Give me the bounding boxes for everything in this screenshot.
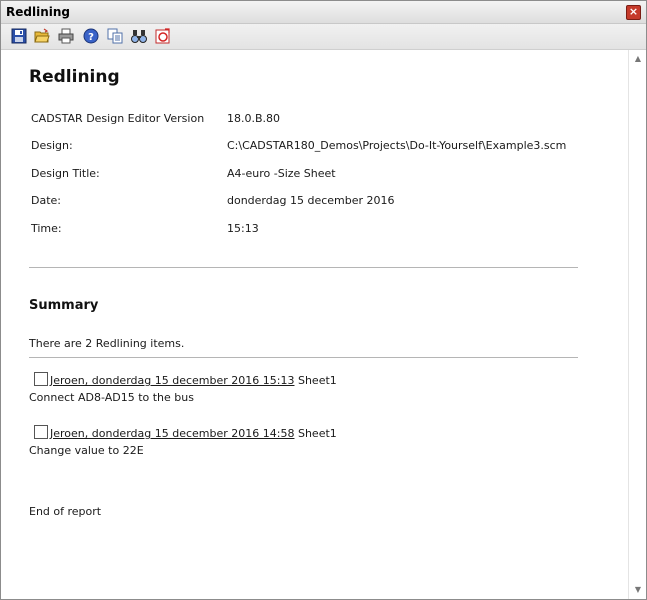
time-value: 15:13 bbox=[227, 222, 259, 235]
divider bbox=[29, 267, 578, 268]
vertical-scrollbar[interactable]: ▲ ▼ bbox=[628, 50, 646, 599]
find-icon[interactable] bbox=[131, 28, 147, 44]
design-title-value: A4-euro -Size Sheet bbox=[227, 167, 336, 180]
version-value: 18.0.B.80 bbox=[227, 112, 281, 125]
redlining-window: Redlining × ? Redlining CADSTAR Design E… bbox=[0, 0, 647, 600]
open-folder-icon[interactable] bbox=[34, 28, 50, 44]
design-title-label: Design Title: bbox=[31, 167, 100, 180]
redline-item-description: Change value to 22E bbox=[29, 444, 144, 457]
version-label: CADSTAR Design Editor Version bbox=[31, 112, 205, 125]
redline-item-link[interactable]: Jeroen, donderdag 15 december 2016 15:13 bbox=[50, 374, 294, 387]
redline-item-checkbox[interactable] bbox=[34, 372, 48, 386]
save-icon[interactable] bbox=[11, 28, 27, 44]
scroll-up-arrow-icon[interactable]: ▲ bbox=[633, 54, 643, 64]
redline-item-header: Jeroen, donderdag 15 december 2016 15:13… bbox=[50, 374, 337, 387]
help-icon[interactable]: ? bbox=[83, 28, 99, 44]
date-value: donderdag 15 december 2016 bbox=[227, 194, 395, 207]
design-label: Design: bbox=[31, 139, 73, 152]
divider bbox=[29, 357, 578, 358]
title-bar: Redlining × bbox=[1, 1, 646, 24]
report-content: Redlining CADSTAR Design Editor Version … bbox=[1, 50, 628, 599]
summary-heading: Summary bbox=[29, 298, 99, 313]
redline-item-header: Jeroen, donderdag 15 december 2016 14:58… bbox=[50, 427, 337, 440]
print-icon[interactable] bbox=[58, 28, 74, 44]
redline-item-sheet: Sheet1 bbox=[297, 427, 337, 440]
toolbar: ? bbox=[1, 24, 646, 50]
date-label: Date: bbox=[31, 194, 61, 207]
copy-icon[interactable] bbox=[107, 28, 123, 44]
redline-item-link[interactable]: Jeroen, donderdag 15 december 2016 14:58 bbox=[50, 427, 294, 440]
redline-icon[interactable] bbox=[155, 28, 171, 44]
redline-item-checkbox[interactable] bbox=[34, 425, 48, 439]
design-value: C:\CADSTAR180_Demos\Projects\Do-It-Yours… bbox=[227, 139, 567, 152]
redline-item-sheet: Sheet1 bbox=[297, 374, 337, 387]
end-of-report-text: End of report bbox=[29, 505, 102, 518]
window-title: Redlining bbox=[6, 5, 70, 19]
close-button[interactable]: × bbox=[626, 5, 641, 20]
report-heading: Redlining bbox=[29, 67, 120, 87]
svg-text:?: ? bbox=[88, 32, 94, 43]
redline-item-description: Connect AD8-AD15 to the bus bbox=[29, 391, 194, 404]
summary-text: There are 2 Redlining items. bbox=[29, 337, 185, 350]
time-label: Time: bbox=[31, 222, 62, 235]
scroll-down-arrow-icon[interactable]: ▼ bbox=[633, 585, 643, 595]
